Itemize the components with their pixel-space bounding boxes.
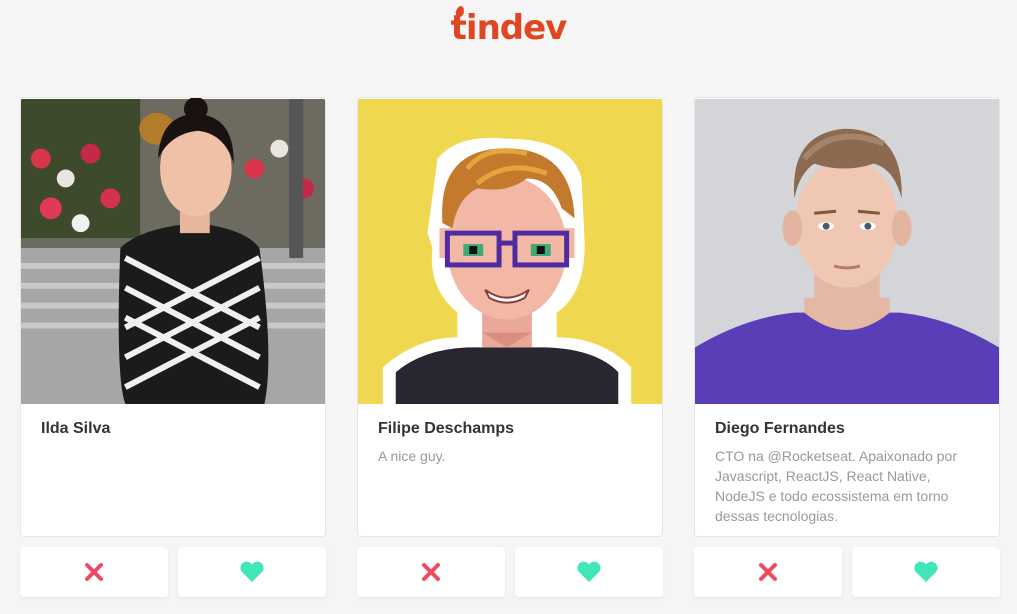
developer-info: Filipe Deschamps A nice guy.: [358, 405, 662, 495]
like-button[interactable]: [852, 547, 1000, 597]
developer-avatar: [695, 99, 999, 404]
developer-name: Ilda Silva: [41, 420, 111, 437]
developer-info: Diego Fernandes CTO na @Rocketseat. Apai…: [695, 405, 999, 536]
card-actions: [357, 547, 663, 597]
developer-card: Diego Fernandes CTO na @Rocketseat. Apai…: [694, 97, 1000, 597]
developer-card-box: Filipe Deschamps A nice guy.: [357, 97, 663, 537]
developer-avatar: [358, 99, 662, 404]
dislike-button[interactable]: [694, 547, 842, 597]
heart-icon: [577, 561, 601, 582]
dislike-button[interactable]: [20, 547, 168, 597]
developer-list: Ilda Silva Filipe Deschamps A nice guy. …: [20, 97, 1000, 597]
card-actions: [694, 547, 1000, 597]
developer-bio: A nice guy.: [378, 448, 446, 464]
like-button[interactable]: [178, 547, 326, 597]
close-icon: [85, 563, 103, 581]
heart-icon: [914, 561, 938, 582]
developer-info: Ilda Silva: [21, 405, 325, 467]
developer-name: Filipe Deschamps: [378, 420, 515, 437]
header: tindev: [0, 5, 1017, 48]
tindev-logo[interactable]: tindev: [450, 5, 568, 48]
developer-card: Ilda Silva: [20, 97, 326, 597]
developer-card-box: Ilda Silva: [20, 97, 326, 537]
dislike-button[interactable]: [357, 547, 505, 597]
heart-icon: [240, 561, 264, 582]
developer-card-box: Diego Fernandes CTO na @Rocketseat. Apai…: [694, 97, 1000, 537]
developer-bio: CTO na @Rocketseat. Apaixonado por Javas…: [715, 448, 957, 524]
close-icon: [422, 563, 440, 581]
like-button[interactable]: [515, 547, 663, 597]
logo-text: tindev: [450, 8, 568, 48]
card-actions: [20, 547, 326, 597]
developer-card: Filipe Deschamps A nice guy.: [357, 97, 663, 597]
close-icon: [759, 563, 777, 581]
developer-avatar: [21, 98, 325, 404]
developer-name: Diego Fernandes: [715, 420, 845, 437]
